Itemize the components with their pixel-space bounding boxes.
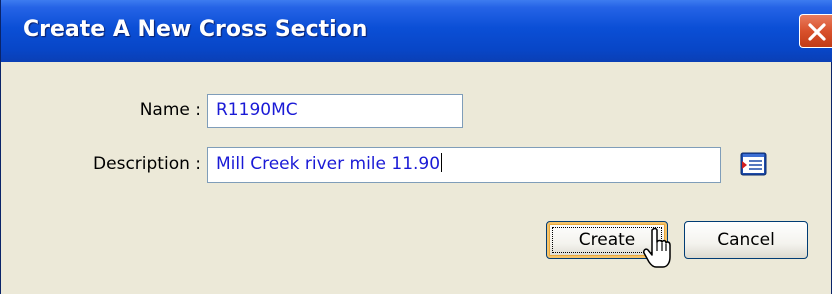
cancel-button[interactable]: Cancel [684,221,808,259]
close-button[interactable] [799,14,832,48]
text-caret [441,153,443,172]
title-bar[interactable]: Create A New Cross Section [1,0,832,62]
mouse-pointer-icon [643,227,671,268]
mouse-pointer [643,227,671,271]
close-icon [808,23,826,41]
description-field[interactable]: Mill Creek river mile 11.90 [207,147,721,183]
browse-list-icon [740,152,767,176]
create-button-label: Create [578,230,636,250]
name-field[interactable]: R1190MC [207,94,463,128]
create-cross-section-dialog: Create A New Cross Section Name : R1190M… [0,0,832,294]
description-field-value: Mill Creek river mile 11.90 [216,154,441,174]
cancel-button-label: Cancel [717,230,775,250]
name-label: Name : [139,100,201,120]
dialog-title: Create A New Cross Section [23,17,368,42]
browse-button[interactable] [739,150,769,178]
name-field-value: R1190MC [216,100,298,120]
description-label: Description : [93,154,201,174]
